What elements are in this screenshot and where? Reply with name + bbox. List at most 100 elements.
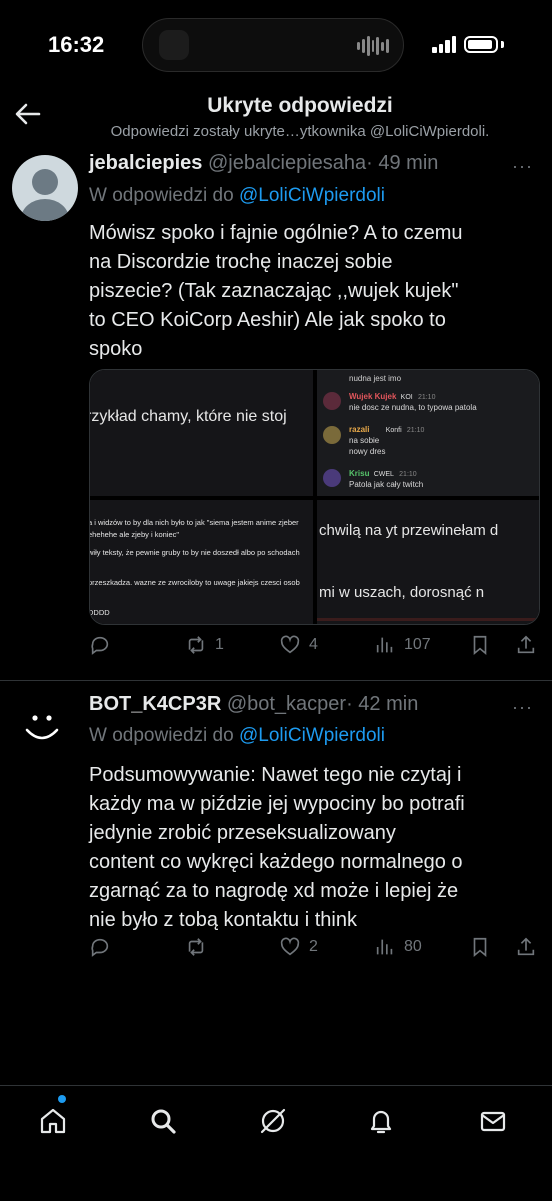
divider — [0, 680, 552, 681]
chat-tag: Konfi — [385, 427, 402, 434]
reply-button[interactable] — [89, 936, 119, 958]
like-count: 2 — [309, 938, 318, 955]
notifications-icon — [370, 1110, 392, 1134]
media-text: ehehehe ale zjeby i koniec" — [90, 530, 180, 539]
media-text: mi w uszach, dorosnąć n — [319, 584, 485, 601]
nav-home[interactable] — [38, 1106, 74, 1142]
reply-button[interactable] — [89, 634, 119, 656]
avatar[interactable] — [22, 706, 62, 746]
nav-messages[interactable] — [478, 1106, 514, 1142]
more-button[interactable]: ··· — [512, 697, 533, 718]
reply-mention[interactable]: @LoliCiWpierdoli — [239, 185, 385, 206]
chat-text: na sobie — [349, 436, 380, 445]
bookmark-button[interactable] — [469, 634, 491, 656]
media-text: przeszkadza. wazne ze zwrociloby to uwag… — [90, 578, 300, 587]
tweet-time: · 49 min — [366, 152, 439, 174]
author-handle[interactable]: @jebalciepiesaha — [208, 152, 366, 174]
dynamic-island[interactable] — [142, 18, 404, 72]
battery-level — [468, 40, 492, 49]
bottom-navigation-bar — [0, 1085, 552, 1201]
reply-icon — [91, 636, 109, 655]
avatar-body — [21, 199, 69, 221]
reply-label: W odpowiedzi do — [89, 725, 234, 746]
page-subtitle: Odpowiedzi zostały ukryte…ytkownika @Lol… — [110, 123, 490, 140]
bookmark-icon — [473, 937, 487, 958]
share-button[interactable] — [515, 936, 537, 958]
media-text: rzykład chamy, które nie stoj — [90, 408, 287, 425]
share-button[interactable] — [515, 634, 537, 656]
media-text: nudna jest imo — [349, 374, 402, 383]
views-button[interactable]: 107 — [374, 634, 431, 656]
nav-search[interactable] — [148, 1106, 184, 1142]
avatar-head — [32, 169, 58, 195]
repost-count: 1 — [215, 636, 224, 653]
more-icon: ··· — [512, 697, 533, 717]
status-time: 16:32 — [48, 32, 105, 57]
chat-message: Wujek Kujek KOI 21:10 — [349, 392, 435, 401]
nav-grok[interactable] — [258, 1106, 294, 1142]
tweet-text-line: zgarnąć za to nagrodę xd może i lepiej ż… — [89, 880, 459, 902]
tweet-actions: 1 4 107 — [89, 634, 540, 664]
reply-label: W odpowiedzi do — [89, 185, 234, 206]
chat-text: nie dosc ze nudna, to typowa patola — [349, 403, 477, 412]
reply-context: W odpowiedzi do @LoliCiWpierdoli — [89, 725, 385, 747]
tweet-text-line: Mówisz spoko i fajnie ogólnie? A to czem… — [89, 222, 463, 244]
audio-waveform-icon — [357, 35, 390, 57]
tweet-header: jebalciepies @jebalciepiesaha· 49 min — [89, 152, 438, 175]
author-name[interactable]: BOT_K4CP3R — [89, 693, 221, 715]
views-count: 80 — [404, 938, 422, 955]
tweet-text: Podsumowywanie: Nawet tego nie czytaj i … — [89, 761, 549, 935]
repost-icon — [188, 636, 204, 654]
search-icon — [151, 1109, 176, 1134]
page-title: Ukryte odpowiedzi — [207, 94, 393, 117]
tweet-media-grid[interactable]: rzykład chamy, które nie stoj nudna jest… — [89, 369, 540, 625]
tweet-text-line: Podsumowywanie: Nawet tego nie czytaj i — [89, 764, 462, 786]
tweet-text-line: to CEO KoiCorp Aeshir) Ale jak spoko to — [89, 309, 446, 331]
messages-icon — [480, 1111, 506, 1132]
chat-time: 21:10 — [417, 394, 436, 401]
tweet-text-line: piszecie? (Tak zaznaczając ,,wujek kujek… — [89, 280, 459, 302]
now-playing-thumbnail — [159, 30, 189, 60]
battery-icon — [464, 36, 498, 53]
battery-tip — [501, 41, 504, 48]
repost-button[interactable] — [185, 936, 215, 958]
tweet-header: BOT_K4CP3R @bot_kacper· 42 min — [89, 693, 418, 716]
media-image-4[interactable]: chwilą na yt przewinełam d mi w uszach, … — [317, 500, 539, 624]
like-button[interactable]: 4 — [279, 634, 318, 656]
chat-tag: KOI — [400, 394, 413, 401]
tweet-text-line: na Discordzie trochę inaczej sobie — [89, 251, 393, 273]
like-count: 4 — [309, 636, 318, 653]
avatar[interactable] — [12, 155, 78, 221]
repost-button[interactable]: 1 — [185, 634, 224, 656]
repost-icon — [188, 938, 204, 956]
reply-icon — [91, 938, 109, 957]
media-image-3[interactable]: a i widzów to by dla nich było to jak "s… — [90, 500, 313, 624]
views-button[interactable]: 80 — [374, 936, 422, 958]
grok-icon — [260, 1108, 286, 1134]
media-image-2[interactable]: nudna jest imo Wujek Kujek KOI 21:10 nie… — [317, 370, 539, 496]
views-count: 107 — [404, 636, 431, 653]
chat-avatar — [323, 469, 341, 487]
chat-tag: CWEL — [373, 471, 394, 478]
smiley-avatar-icon — [25, 715, 59, 740]
chat-time: 21:10 — [406, 427, 425, 434]
media-text: DDDD — [90, 608, 110, 617]
reply-mention[interactable]: @LoliCiWpierdoli — [239, 725, 385, 746]
tweet-text-line: nie było z tobą kontaktu i think — [89, 909, 357, 931]
bookmark-button[interactable] — [469, 936, 491, 958]
nav-notifications[interactable] — [366, 1106, 402, 1142]
chat-avatar — [323, 426, 341, 444]
author-name[interactable]: jebalciepies — [89, 152, 202, 174]
like-button[interactable]: 2 — [279, 936, 318, 958]
chat-author: Krisu — [349, 469, 370, 478]
like-icon — [280, 635, 300, 654]
tweet-actions: 2 80 — [89, 936, 540, 966]
like-icon — [280, 937, 300, 956]
share-icon — [517, 635, 535, 654]
media-image-1[interactable]: rzykład chamy, które nie stoj — [90, 370, 313, 496]
tweet-time: · 42 min — [346, 693, 419, 715]
author-handle[interactable]: @bot_kacper — [227, 693, 346, 715]
more-button[interactable]: ··· — [512, 156, 533, 177]
tweet-text-line: spoko — [89, 338, 143, 360]
tweet-text: Mówisz spoko i fajnie ogólnie? A to czem… — [89, 219, 544, 364]
